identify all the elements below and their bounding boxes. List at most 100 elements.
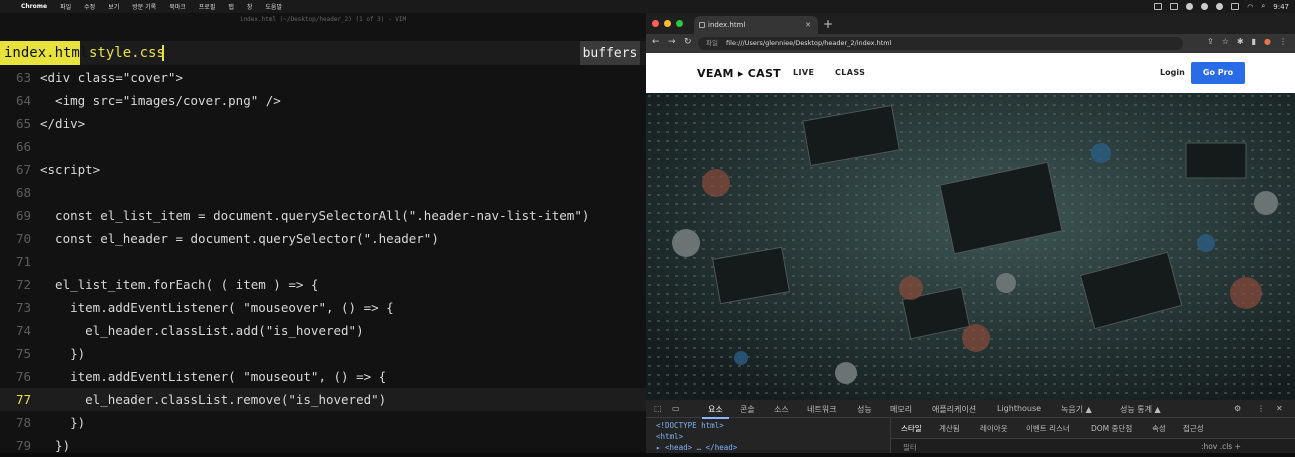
tab-network[interactable]: 네트워크 [807,404,836,415]
tab-style-css[interactable]: style.css [89,41,165,65]
url-scheme-label: 파일 [706,39,718,47]
subtab-properties[interactable]: 속성 [1152,423,1166,434]
chrome-tab-strip: index.html ✕ + [646,13,1295,34]
tabline-separator [162,45,164,61]
status-icon[interactable] [1186,3,1194,10]
close-tab-icon[interactable]: ✕ [805,16,811,34]
menu-edit[interactable]: 수정 [84,2,95,11]
code-text: el_list_item.forEach( ( item ) => { [40,277,319,292]
tab-console[interactable]: 콘솔 [740,404,755,415]
tab-performance-insights[interactable]: 성능 통계 ▲ [1120,404,1161,415]
tab-elements[interactable]: 요소 [702,404,729,419]
inspect-element-icon[interactable]: ⬚ [654,404,662,413]
device-toolbar-icon[interactable]: ▭ [672,404,680,413]
close-devtools-icon[interactable]: ✕ [1276,404,1283,413]
share-icon[interactable]: ⇪ [1207,37,1214,46]
url-field[interactable]: 파일 file:///Users/glenniee/Desktop/header… [698,37,1183,50]
web-page-viewport: VEAM ▸ CAST LIVE CLASS Login Go Pro [646,53,1295,400]
styles-filter-input[interactable]: 필터 [903,442,917,453]
subtab-layout[interactable]: 레이아웃 [980,423,1008,434]
line-number: 77 [15,392,31,407]
line-number: 70 [15,231,31,246]
reload-icon[interactable]: ↻ [684,37,692,47]
subtab-accessibility[interactable]: 접근성 [1183,423,1204,434]
dom-line[interactable]: ▸ <head> … </head> [656,442,890,453]
screen-record-icon[interactable] [1154,3,1163,10]
status-icon[interactable] [1216,3,1224,10]
tab-recorder[interactable]: 녹음기 ▲ [1061,404,1092,415]
wifi-icon[interactable]: ◠ [1247,3,1253,11]
new-tab-icon[interactable]: + [823,16,833,32]
subtab-computed[interactable]: 계산됨 [939,423,960,434]
bookmark-star-icon[interactable]: ☆ [1222,37,1229,46]
menu-tab[interactable]: 탭 [228,2,234,11]
code-text: <div class="cover"> [40,70,183,85]
browser-tab[interactable]: index.html ✕ [694,16,818,34]
styles-filter-bar: 필터 :hov .cls + [891,438,1295,453]
forward-icon[interactable]: → [668,37,676,47]
vim-editor: index.html (~/Desktop/header_2) (1 of 3)… [0,13,646,453]
address-bar-row: ← → ↻ 파일 file:///Users/glenniee/Desktop/… [646,34,1295,53]
more-menu-icon[interactable]: ⋮ [1279,37,1287,46]
dom-line[interactable]: <html> [656,431,890,442]
sidebar-icon[interactable]: ▮ [1252,37,1256,46]
devtools-panel: ⬚ ▭ 요소 콘솔 소스 네트워크 성능 메모리 애플리케이션 Lighthou… [646,400,1295,453]
line-number: 63 [15,70,31,85]
menu-app-name[interactable]: Chrome [21,3,47,10]
code-line-current: 77 el_header.classList.remove("is_hovere… [0,388,646,411]
code-line: 63 <div class="cover"> [0,66,646,89]
vim-window-title: index.html (~/Desktop/header_2) (1 of 3)… [239,16,407,23]
settings-gear-icon[interactable]: ⚙ [1234,404,1241,413]
tab-lighthouse[interactable]: Lighthouse [997,404,1041,413]
login-link[interactable]: Login [1160,68,1185,77]
code-line: 67 <script> [0,158,646,181]
dom-line[interactable]: <!DOCTYPE html> [656,420,890,431]
code-line: 72 el_list_item.forEach( ( item ) => { [0,273,646,296]
extensions-icon[interactable]: ✱ [1237,37,1244,46]
filter-tools[interactable]: :hov .cls + [1201,442,1241,451]
more-options-icon[interactable]: ⋮ [1257,404,1265,413]
line-number: 72 [15,277,31,292]
devtools-tab-bar: ⬚ ▭ 요소 콘솔 소스 네트워크 성능 메모리 애플리케이션 Lighthou… [646,400,1295,419]
minimize-window-button[interactable] [664,20,671,27]
status-icon[interactable] [1201,3,1209,10]
styles-pane: 스타일 계산됨 레이아웃 이벤트 리스너 DOM 중단점 속성 접근성 필터 :… [890,418,1295,453]
cover-image [646,93,1295,400]
subtab-event-listeners[interactable]: 이벤트 리스너 [1026,423,1070,434]
browser-toolbar-icons: ⇪ ☆ ✱ ▮ ● ⋮ [1207,37,1287,46]
code-text: <script> [40,162,101,177]
site-logo[interactable]: VEAM ▸ CAST [697,67,781,80]
code-line: 73 item.addEventListener( "mouseover", (… [0,296,646,319]
dom-tree[interactable]: <!DOCTYPE html> <html> ▸ <head> … </head… [646,418,890,453]
tab-memory[interactable]: 메모리 [890,404,912,415]
display-icon[interactable] [1170,3,1179,10]
close-window-button[interactable] [652,20,659,27]
profile-avatar-icon[interactable]: ● [1264,37,1271,46]
menu-help[interactable]: 도움말 [265,2,282,11]
tab-performance[interactable]: 성능 [857,404,872,415]
code-line: 68 [0,181,646,204]
line-number: 79 [15,438,31,453]
go-pro-button[interactable]: Go Pro [1191,62,1245,84]
code-line: 71 [0,250,646,273]
menu-window[interactable]: 창 [247,2,253,11]
nav-link-live[interactable]: LIVE [793,68,814,77]
code-text: const el_header = document.querySelector… [40,231,439,246]
menu-history[interactable]: 방문 기록 [132,2,156,11]
browser-tab-title: index.html [708,21,746,29]
search-icon[interactable]: ⌕ [1261,2,1265,11]
clock[interactable]: 9:47 [1273,3,1289,11]
menu-profiles[interactable]: 프로필 [199,2,216,11]
menu-bookmarks[interactable]: 북마크 [169,2,186,11]
back-icon[interactable]: ← [652,37,660,47]
tab-sources[interactable]: 소스 [774,404,789,415]
tab-application[interactable]: 애플리케이션 [932,404,976,415]
battery-icon[interactable] [1231,3,1240,10]
zoom-window-button[interactable] [676,20,683,27]
tab-index-html[interactable]: index.html [0,41,88,65]
menu-file[interactable]: 파일 [60,2,71,11]
subtab-dom-breakpoints[interactable]: DOM 중단점 [1091,423,1132,434]
subtab-styles[interactable]: 스타일 [901,423,922,434]
menu-view[interactable]: 보기 [108,2,119,11]
nav-link-class[interactable]: CLASS [835,68,865,77]
